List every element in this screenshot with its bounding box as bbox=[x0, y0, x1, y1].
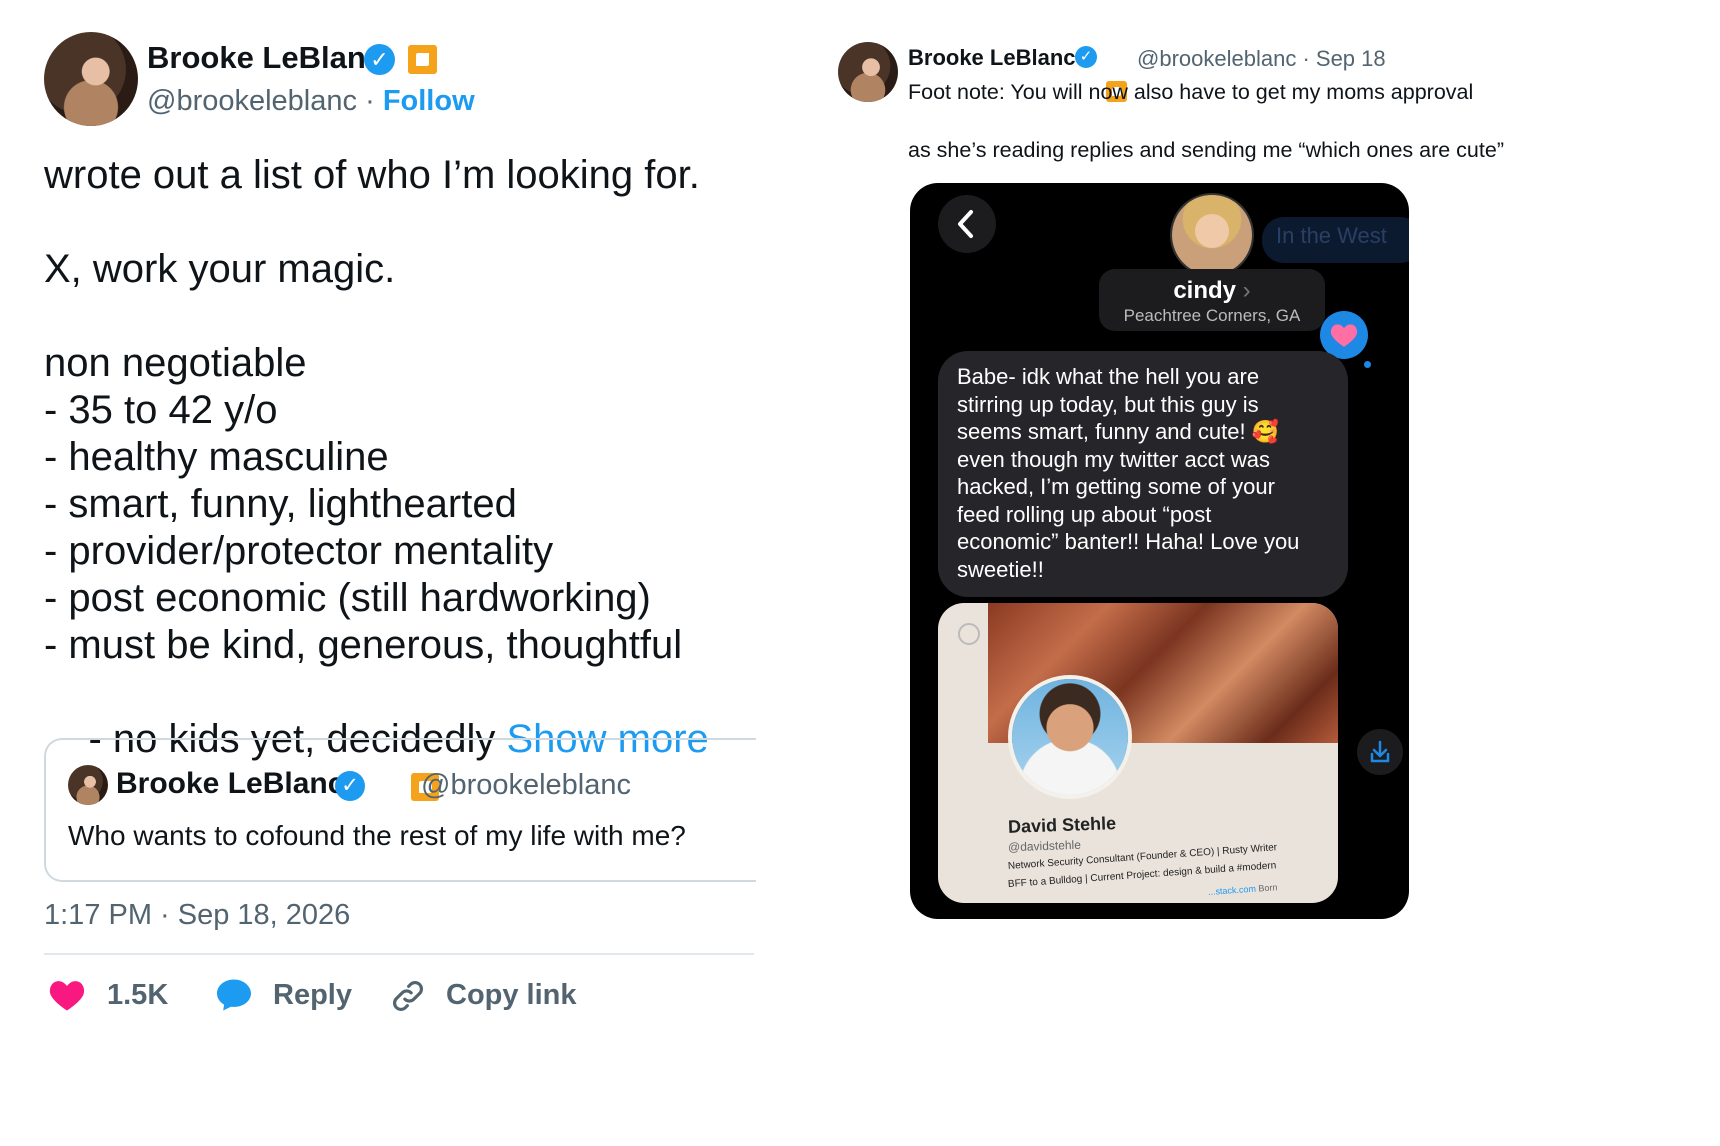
reply-button[interactable]: Reply bbox=[273, 979, 352, 1012]
tweet-line-1: wrote out a list of who I’m looking for. bbox=[44, 153, 700, 197]
tweet-line-9: - must be kind, generous, thoughtful bbox=[44, 623, 683, 667]
author-avatar[interactable] bbox=[44, 32, 138, 126]
reply-icon[interactable] bbox=[215, 978, 253, 1017]
left-tweet: Brooke LeBlanc ✓ @brookeleblanc · Follow… bbox=[0, 0, 1720, 1011]
author-handle[interactable]: @brookeleblanc · Follow bbox=[147, 85, 475, 118]
profile-avatar bbox=[1008, 675, 1132, 799]
quote-handle: @brookeleblanc bbox=[421, 769, 632, 801]
tweet-line-4: - 35 to 42 y/o bbox=[44, 388, 278, 432]
message-screenshot[interactable]: In the West cindy › Peachtree Corners, G… bbox=[910, 183, 1409, 919]
author-name[interactable]: Brooke LeBlanc bbox=[147, 40, 383, 76]
reaction-tail-dot bbox=[1364, 361, 1371, 368]
contact-name: cindy › bbox=[1173, 277, 1251, 304]
reply-author-name[interactable]: Brooke LeBlanc bbox=[908, 45, 1076, 71]
tweet-line-2: X, work your magic. bbox=[44, 247, 396, 291]
profile-name: David Stehle bbox=[1007, 813, 1117, 837]
tweet-line-8: - post economic (still hardworking) bbox=[44, 576, 651, 620]
tweet-timestamp[interactable]: 1:17 PM · Sep 18, 2026 bbox=[44, 899, 350, 932]
contact-location: Peachtree Corners, GA bbox=[1123, 306, 1301, 325]
reply-text-line-1: Foot note: You will now also have to get… bbox=[908, 80, 1474, 104]
faded-message-text: In the West bbox=[1276, 223, 1387, 248]
tweet-line-6: - smart, funny, lighthearted bbox=[44, 482, 517, 526]
quoted-tweet[interactable] bbox=[44, 738, 756, 882]
reply-author-avatar[interactable] bbox=[838, 42, 898, 102]
like-count: 1.5K bbox=[107, 979, 169, 1011]
camera-icon bbox=[958, 623, 980, 645]
copy-link-button[interactable]: Copy link bbox=[446, 979, 577, 1012]
share-icon[interactable] bbox=[1357, 729, 1403, 775]
follow-button[interactable]: Follow bbox=[383, 85, 475, 117]
reply-text-line-2: as she’s reading replies and sending me … bbox=[908, 138, 1504, 162]
reply-handle-date[interactable]: @brookeleblanc · Sep 18 bbox=[1137, 46, 1386, 72]
quote-avatar bbox=[68, 765, 108, 805]
tweet-line-5: - healthy masculine bbox=[44, 435, 389, 479]
divider bbox=[44, 953, 754, 955]
profile-link: ...stack.com Born bbox=[1207, 882, 1278, 897]
message-text: Babe- idk what the hell you are stirring… bbox=[957, 364, 1300, 582]
contact-avatar[interactable] bbox=[1170, 193, 1254, 277]
affiliate-badge-icon bbox=[408, 45, 437, 74]
back-button[interactable] bbox=[938, 195, 996, 253]
quote-verified-icon: ✓ bbox=[335, 771, 365, 801]
profile-handle: @davidstehle bbox=[1007, 837, 1082, 855]
tweet-line-3: non negotiable bbox=[44, 341, 307, 385]
quote-author-name: Brooke LeBlanc bbox=[116, 767, 345, 800]
like-icon[interactable] bbox=[48, 978, 86, 1017]
reply-verified-icon: ✓ bbox=[1075, 46, 1097, 68]
shared-profile-card[interactable]: David Stehle @davidstehle Network Securi… bbox=[938, 603, 1338, 903]
tweet-line-7: - provider/protector mentality bbox=[44, 529, 554, 573]
quote-text: Who wants to cofound the rest of my life… bbox=[68, 820, 686, 851]
copy-link-icon[interactable] bbox=[389, 977, 427, 1020]
verified-badge-icon: ✓ bbox=[364, 44, 395, 75]
